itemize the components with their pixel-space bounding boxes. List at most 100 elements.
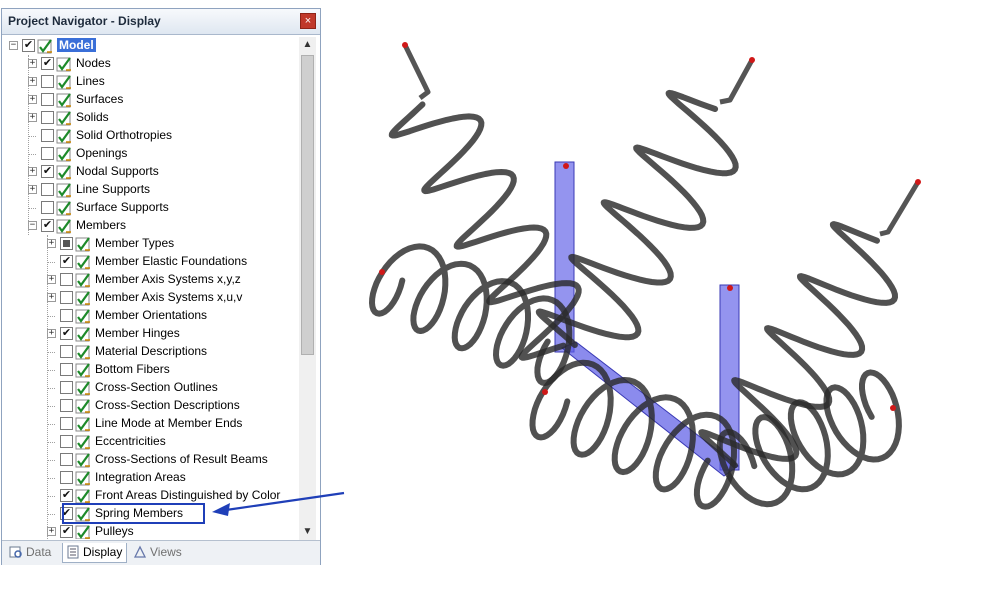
tree-item-openings[interactable]: Openings bbox=[4, 145, 298, 163]
display-check-icon bbox=[75, 453, 90, 468]
checkbox[interactable] bbox=[41, 93, 54, 106]
checkbox[interactable]: ✔ bbox=[41, 57, 54, 70]
tree-item-label: Surfaces bbox=[76, 92, 124, 106]
checkbox[interactable] bbox=[41, 201, 54, 214]
display-check-icon bbox=[56, 219, 71, 234]
tree-item-nodal-supports[interactable]: + ✔ Nodal Supports bbox=[4, 163, 298, 181]
close-icon[interactable]: × bbox=[300, 13, 316, 29]
tree-item-solid-orthotropies[interactable]: Solid Orthotropies bbox=[4, 127, 298, 145]
tree-item-label: Member Types bbox=[95, 236, 175, 250]
display-check-icon bbox=[56, 57, 71, 72]
data-icon bbox=[9, 546, 22, 558]
display-check-icon bbox=[56, 111, 71, 126]
checkbox[interactable]: ✔ bbox=[41, 165, 54, 178]
tab-views-label: Views bbox=[150, 545, 182, 559]
checkbox[interactable] bbox=[60, 453, 73, 466]
display-check-icon bbox=[75, 399, 90, 414]
checkbox[interactable] bbox=[60, 381, 73, 394]
display-check-icon bbox=[75, 255, 90, 270]
tree-item-label: Bottom Fibers bbox=[95, 362, 170, 376]
tree-item-model[interactable]: − ✔ Model bbox=[4, 37, 298, 55]
spring-lead-top-left bbox=[402, 43, 431, 100]
tab-display-label: Display bbox=[83, 545, 123, 559]
display-check-icon bbox=[75, 435, 90, 450]
display-check-icon bbox=[75, 489, 90, 504]
model-3d-view[interactable] bbox=[340, 30, 940, 510]
tab-display[interactable]: Display bbox=[62, 543, 127, 563]
spring-lead-top-right bbox=[719, 58, 755, 105]
checkbox[interactable]: ✔ bbox=[60, 489, 73, 502]
display-check-icon bbox=[56, 165, 71, 180]
tab-data[interactable]: Data bbox=[6, 543, 62, 562]
checkbox[interactable]: ✔ bbox=[60, 525, 73, 538]
tree-item-label: Nodes bbox=[76, 56, 111, 70]
tree-item-label: Nodal Supports bbox=[76, 164, 159, 178]
checkbox[interactable]: ✔ bbox=[41, 219, 54, 232]
display-tree: − ✔ Model + ✔ Nodes + Lines + Surfaces + Solids Soli… bbox=[4, 37, 298, 539]
tab-data-label: Data bbox=[26, 545, 52, 559]
checkbox[interactable] bbox=[60, 417, 73, 430]
display-check-icon bbox=[75, 237, 90, 252]
tree-item-nodes[interactable]: + ✔ Nodes bbox=[4, 55, 298, 73]
tree-item-label: Solids bbox=[76, 110, 109, 124]
tree-item-label: Integration Areas bbox=[95, 470, 186, 484]
checkbox[interactable] bbox=[60, 435, 73, 448]
checkbox[interactable] bbox=[41, 147, 54, 160]
checkbox[interactable] bbox=[60, 471, 73, 484]
tree-item-label: Pulleys bbox=[95, 524, 134, 538]
end-node-marker bbox=[749, 57, 755, 63]
display-check-icon bbox=[75, 309, 90, 324]
display-check-icon bbox=[56, 129, 71, 144]
scroll-down-arrow-icon[interactable]: ▼ bbox=[299, 524, 316, 540]
tree-item-label: Openings bbox=[76, 146, 128, 160]
tree-item-label: Material Descriptions bbox=[95, 344, 208, 358]
display-check-icon bbox=[56, 201, 71, 216]
display-check-icon bbox=[75, 291, 90, 306]
tree-item-members[interactable]: − ✔ Members bbox=[4, 217, 298, 235]
tree-item-label: Line Mode at Member Ends bbox=[95, 416, 243, 430]
checkbox[interactable] bbox=[41, 129, 54, 142]
tree-item-label: Cross-Section Outlines bbox=[95, 380, 218, 394]
checkbox[interactable]: ✔ bbox=[60, 327, 73, 340]
tree-item-line-supports[interactable]: + Line Supports bbox=[4, 181, 298, 199]
checkbox[interactable] bbox=[60, 309, 73, 322]
display-check-icon bbox=[75, 345, 90, 360]
collapse-icon[interactable]: − bbox=[9, 41, 18, 50]
checkbox[interactable] bbox=[41, 111, 54, 124]
display-check-icon bbox=[75, 363, 90, 378]
end-node-marker bbox=[542, 389, 548, 395]
tree-item-surfaces[interactable]: + Surfaces bbox=[4, 91, 298, 109]
spring-members-highlight-box bbox=[62, 503, 205, 524]
display-check-icon bbox=[75, 525, 90, 539]
display-icon bbox=[67, 545, 79, 559]
tree-item-label: Member Hinges bbox=[95, 326, 180, 340]
tree-item-solids[interactable]: + Solids bbox=[4, 109, 298, 127]
tree-guide-line bbox=[47, 235, 49, 539]
tree-item-lines[interactable]: + Lines bbox=[4, 73, 298, 91]
checkbox[interactable] bbox=[41, 183, 54, 196]
end-node-marker bbox=[402, 42, 408, 48]
checkbox[interactable] bbox=[60, 345, 73, 358]
vertical-scrollbar[interactable]: ▲ ▼ bbox=[299, 37, 316, 540]
tree-item-label: Solid Orthotropies bbox=[76, 128, 173, 142]
display-check-icon bbox=[56, 75, 71, 90]
scroll-up-arrow-icon[interactable]: ▲ bbox=[299, 37, 316, 53]
checkbox[interactable] bbox=[60, 363, 73, 376]
checkbox[interactable] bbox=[60, 237, 73, 250]
display-check-icon bbox=[75, 471, 90, 486]
display-check-icon bbox=[75, 273, 90, 288]
checkbox[interactable]: ✔ bbox=[22, 39, 35, 52]
checkbox[interactable] bbox=[60, 273, 73, 286]
tree-item-surface-supports[interactable]: Surface Supports bbox=[4, 199, 298, 217]
member-node-marker bbox=[727, 285, 733, 291]
checkbox[interactable]: ✔ bbox=[60, 255, 73, 268]
tab-views[interactable]: Views bbox=[130, 543, 190, 562]
checkbox[interactable] bbox=[41, 75, 54, 88]
scroll-thumb[interactable] bbox=[301, 55, 314, 355]
checkbox[interactable] bbox=[60, 399, 73, 412]
tree-item-label: Model bbox=[57, 38, 96, 52]
tree-item-label: Members bbox=[76, 218, 127, 232]
checkbox[interactable] bbox=[60, 291, 73, 304]
tree-item-label: Cross-Section Descriptions bbox=[95, 398, 240, 412]
panel-titlebar: Project Navigator - Display × bbox=[2, 9, 320, 35]
